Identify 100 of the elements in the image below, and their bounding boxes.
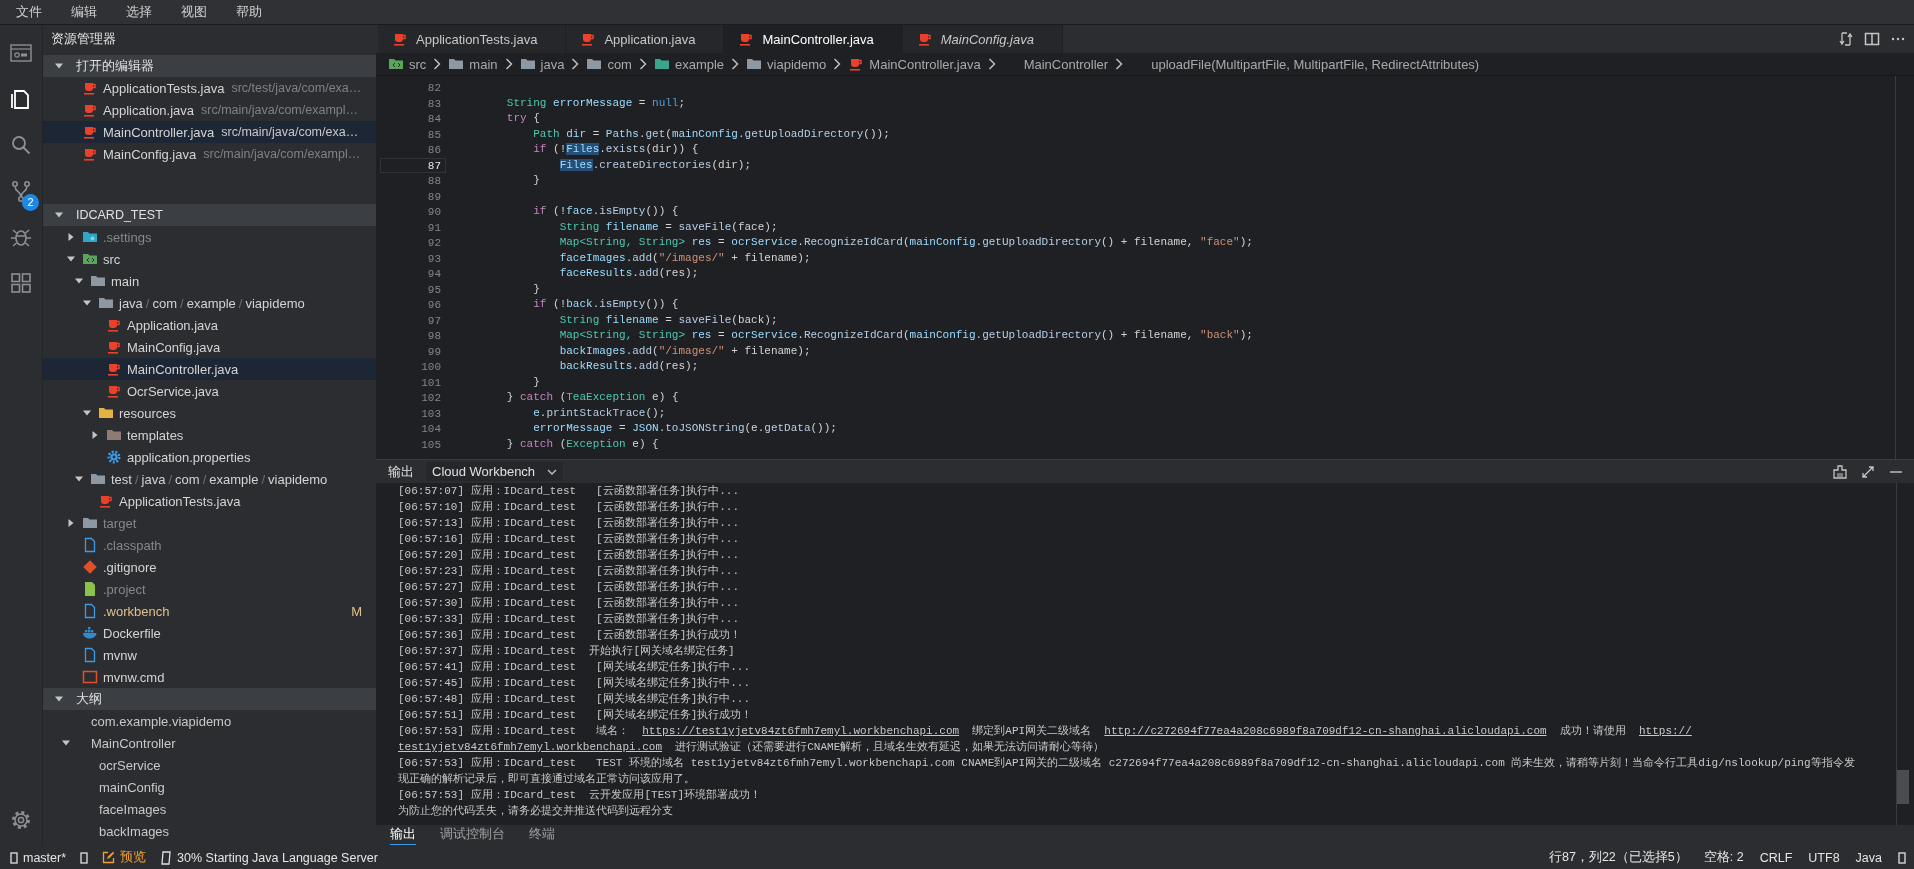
section-header[interactable]: 打开的编辑器 — [43, 55, 376, 77]
outline-item[interactable]: mainConfig — [43, 776, 376, 798]
status-item[interactable]: 空格: 2 — [1703, 849, 1744, 866]
menu-item[interactable]: 帮助 — [226, 1, 272, 23]
editor-tab[interactable]: ApplicationTests.java — [378, 25, 567, 53]
line-number: 102 — [420, 391, 442, 406]
tree-item[interactable]: mvnw — [43, 644, 376, 666]
tree-item[interactable]: templates — [43, 424, 376, 446]
link[interactable]: https://test1yjetv84zt6fmh7emyl.workbenchapi.com — [642, 725, 960, 737]
tree-item[interactable]: mvnw.cmd — [43, 666, 376, 688]
menu-item[interactable]: 选择 — [116, 1, 162, 23]
tree-item[interactable]: .gitignore — [43, 556, 376, 578]
caret-icon[interactable] — [66, 518, 76, 528]
editor-tab[interactable]: MainController.java — [724, 25, 903, 53]
panel-tab[interactable]: 输出 — [390, 826, 416, 845]
section-header[interactable]: IDCARD_TEST — [43, 204, 376, 226]
menu-item[interactable]: 视图 — [171, 1, 217, 23]
editor-tab[interactable]: Application.java — [566, 25, 725, 53]
open-editor-item[interactable]: MainController.java src/main/java/com/exa… — [43, 121, 376, 143]
branch-status[interactable]: master* — [10, 850, 67, 865]
link[interactable]: http://c272694f77ea4a208c6989f8a709df12-cn-shanghai.alicloudapi.com — [1104, 725, 1547, 737]
tree-item[interactable]: MainConfig.java — [43, 336, 376, 358]
split-editor-icon[interactable] — [1864, 31, 1880, 47]
caret-icon[interactable] — [54, 61, 64, 71]
log-line: [06:57:41] 应用：IDcard_test [网关域名绑定任务]执行中... — [398, 660, 752, 675]
caret-icon[interactable] — [90, 430, 100, 440]
window-icon[interactable] — [9, 41, 33, 65]
breadcrumb-item[interactable]: MainController.java — [848, 56, 981, 72]
code-line: try { — [505, 111, 540, 126]
tree-item[interactable]: java / com / example / viapidemo — [43, 292, 376, 314]
tree-item[interactable]: test / java / com / example / viapidemo — [43, 468, 376, 490]
feedback-status[interactable] — [1898, 851, 1906, 864]
sync-status[interactable] — [80, 851, 89, 864]
open-editor-item[interactable]: ApplicationTests.java src/test/java/com/exa… — [43, 77, 376, 99]
line-number: 103 — [420, 406, 442, 421]
status-item[interactable]: CRLF — [1759, 850, 1793, 865]
status-item[interactable]: Java — [1855, 850, 1882, 865]
breadcrumb-item[interactable]: uploadFile(MultipartFile, MultipartFile, RedirectAttributes) — [1130, 56, 1480, 72]
status-item[interactable]: UTF8 — [1808, 850, 1840, 865]
preview-button[interactable]: 预览 — [102, 849, 147, 866]
tree-item[interactable]: resources — [43, 402, 376, 424]
breadcrumb-item[interactable]: example — [653, 56, 725, 72]
link[interactable]: test1yjetv84zt6fmh7emyl.workbenchapi.com — [398, 741, 663, 753]
breadcrumb-item[interactable]: viapidemo — [746, 56, 827, 72]
breadcrumb-item[interactable]: com — [586, 56, 632, 72]
tree-item[interactable]: application.properties — [43, 446, 376, 468]
folder-icon — [98, 295, 114, 311]
caret-icon[interactable] — [54, 694, 64, 704]
section-header[interactable]: 大纲 — [43, 688, 376, 710]
caret-icon[interactable] — [66, 254, 76, 264]
tree-item[interactable]: .settings — [43, 226, 376, 248]
compare-icon[interactable] — [1838, 31, 1854, 47]
folder-icon — [388, 56, 404, 72]
caret-icon[interactable] — [54, 210, 64, 220]
panel-tab[interactable]: 终端 — [529, 826, 555, 845]
code-line: } — [532, 374, 540, 390]
maximize-icon[interactable] — [1860, 463, 1876, 480]
channel-dropdown[interactable]: Cloud Workbench — [426, 462, 564, 481]
tree-item[interactable]: .classpath — [43, 534, 376, 556]
caret-icon[interactable] — [74, 276, 84, 286]
caret-icon[interactable] — [66, 232, 76, 242]
file-name: ApplicationTests.java — [103, 80, 225, 96]
tree-item[interactable]: target — [43, 512, 376, 534]
grid-icon[interactable] — [9, 271, 33, 295]
tree-item[interactable]: .project — [43, 578, 376, 600]
log-line: [06:57:36] 应用：IDcard_test [云函数部署任务]执行成功！ — [398, 628, 743, 643]
caret-icon[interactable] — [74, 474, 84, 484]
tree-item[interactable]: OcrService.java — [43, 380, 376, 402]
caret-icon[interactable] — [61, 738, 71, 748]
tree-item[interactable]: .workbench M — [43, 600, 376, 622]
outline-item[interactable]: backImages — [43, 820, 376, 842]
outline-item[interactable]: MainController — [43, 732, 376, 754]
status-item[interactable]: 行87，列22（已选择5） — [1549, 849, 1688, 866]
tree-item[interactable]: src — [43, 248, 376, 270]
breadcrumb-item[interactable]: MainController — [1002, 56, 1109, 72]
open-editor-item[interactable]: Application.java src/main/java/com/exampl… — [43, 99, 376, 121]
tree-item[interactable]: Application.java — [43, 314, 376, 336]
tree-item[interactable]: Dockerfile — [43, 622, 376, 644]
breadcrumb-item[interactable]: main — [448, 56, 498, 72]
box-icon — [10, 851, 18, 864]
open-editor-item[interactable]: MainConfig.java src/main/java/com/exampl… — [43, 143, 376, 165]
tree-item[interactable]: MainController.java — [43, 358, 376, 380]
settings-icon[interactable] — [9, 808, 33, 832]
scrollbar[interactable] — [1896, 483, 1909, 825]
caret-icon[interactable] — [82, 408, 92, 418]
outline-item[interactable]: com.example.viapidemo — [43, 710, 376, 732]
panel-tab[interactable]: 调试控制台 — [440, 826, 505, 845]
breadcrumb-item[interactable]: src — [388, 56, 427, 72]
outline-item[interactable]: ocrService — [43, 754, 376, 776]
tree-item[interactable]: ApplicationTests.java — [43, 490, 376, 512]
menu-item[interactable]: 文件 — [6, 1, 52, 23]
link[interactable]: https:// — [1639, 725, 1692, 737]
editor-tab[interactable]: MainConfig.java — [902, 25, 1063, 53]
caret-icon[interactable] — [82, 298, 92, 308]
outline-item[interactable]: faceImages — [43, 798, 376, 820]
menu-item[interactable]: 编辑 — [61, 1, 107, 23]
clear-output-icon[interactable] — [1832, 463, 1848, 480]
search-icon[interactable] — [9, 133, 33, 157]
tree-item[interactable]: main — [43, 270, 376, 292]
breadcrumb-item[interactable]: java — [519, 56, 565, 72]
